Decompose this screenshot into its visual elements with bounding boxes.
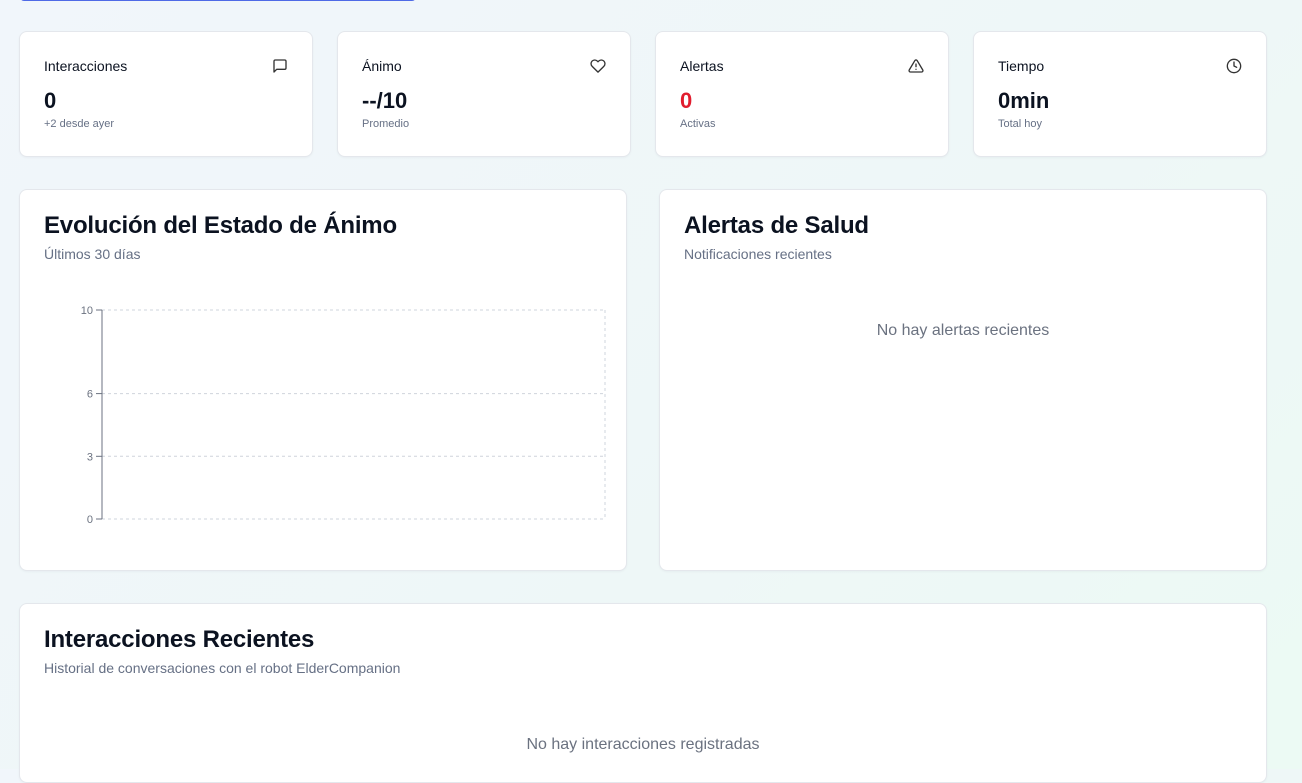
mood-chart-subtitle: Últimos 30 días: [44, 246, 141, 262]
y-tick-label: 0: [87, 514, 93, 526]
stat-card-interacciones: Interacciones 0 +2 desde ayer: [19, 31, 313, 157]
stat-card-alertas: Alertas 0 Activas: [655, 31, 949, 157]
health-alerts-title: Alertas de Salud: [684, 212, 869, 239]
stat-value: 0min: [998, 88, 1050, 113]
message-square-icon: [272, 58, 288, 74]
health-alerts-subtitle: Notificaciones recientes: [684, 246, 832, 262]
recent-interactions-card: Interacciones Recientes Historial de con…: [19, 603, 1267, 783]
recent-interactions-subtitle: Historial de conversaciones con el robot…: [44, 660, 401, 676]
y-tick-label: 3: [87, 451, 93, 463]
mood-chart-title: Evolución del Estado de Ánimo: [44, 212, 397, 239]
stat-title: Tiempo: [998, 58, 1045, 74]
top-accent-bar: [20, 0, 416, 1]
y-tick-label: 10: [81, 305, 93, 317]
stat-subtext: Promedio: [362, 118, 410, 130]
clock-icon: [1226, 58, 1242, 74]
heart-icon: [590, 58, 606, 74]
mood-chart: 0 3 6 10: [81, 305, 606, 526]
health-alerts-card: Alertas de Salud Notificaciones reciente…: [659, 189, 1267, 571]
stat-value: 0: [44, 88, 57, 113]
mood-chart-card: Evolución del Estado de Ánimo Últimos 30…: [19, 189, 627, 571]
recent-interactions-title: Interacciones Recientes: [44, 626, 315, 653]
stat-title: Ánimo: [362, 58, 402, 74]
health-alerts-empty-message: No hay alertas recientes: [876, 322, 1050, 339]
stat-value: --/10: [362, 88, 408, 113]
recent-interactions-empty-message: No hay interacciones registradas: [526, 736, 760, 753]
stat-subtext: Total hoy: [998, 118, 1043, 130]
y-tick-label: 6: [87, 389, 93, 401]
stat-subtext: +2 desde ayer: [44, 118, 115, 130]
stat-card-animo: Ánimo --/10 Promedio: [337, 31, 631, 157]
stat-subtext: Activas: [680, 118, 716, 130]
stat-title: Interacciones: [44, 58, 128, 74]
alert-triangle-icon: [908, 58, 924, 74]
stat-value: 0: [680, 88, 693, 113]
stat-card-tiempo: Tiempo 0min Total hoy: [973, 31, 1267, 157]
stat-title: Alertas: [680, 58, 724, 74]
